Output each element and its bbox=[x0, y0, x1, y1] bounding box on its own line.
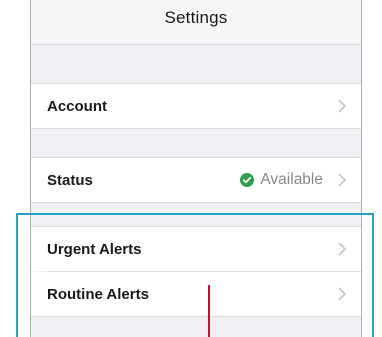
chevron-right-icon bbox=[338, 99, 347, 113]
check-circle-icon bbox=[240, 173, 255, 187]
screen: Settings Account Status Available Urgent… bbox=[0, 0, 382, 337]
navigation-bar: Settings bbox=[31, 0, 361, 45]
chevron-right-icon bbox=[338, 173, 347, 187]
divider bbox=[31, 128, 361, 129]
row-label: Account bbox=[47, 97, 107, 115]
pointer-marker bbox=[208, 285, 210, 337]
settings-row-account[interactable]: Account bbox=[31, 84, 361, 128]
status-text: Available bbox=[260, 171, 323, 188]
settings-row-status[interactable]: Status Available bbox=[31, 158, 361, 202]
status-value: Available bbox=[240, 171, 323, 189]
row-label: Status bbox=[47, 171, 93, 189]
page-title: Settings bbox=[164, 8, 228, 27]
highlight-box bbox=[16, 213, 374, 337]
divider bbox=[31, 202, 361, 203]
